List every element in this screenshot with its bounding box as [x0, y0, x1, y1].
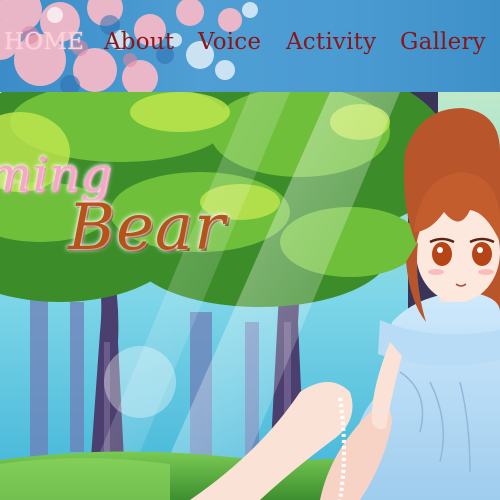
nav-activity[interactable]: Activity: [286, 24, 376, 60]
nav-about[interactable]: About: [104, 24, 174, 60]
forest-illustration: [0, 92, 500, 500]
site-header: HOME About Voice Activity Gallery: [0, 0, 500, 92]
nav-home[interactable]: HOME: [4, 24, 84, 60]
nav-gallery[interactable]: Gallery: [400, 24, 486, 60]
hero-banner: ming Bear: [0, 92, 500, 500]
page: HOME About Voice Activity Gallery ing Be…: [0, 0, 500, 500]
nav-voice[interactable]: Voice: [198, 24, 261, 60]
